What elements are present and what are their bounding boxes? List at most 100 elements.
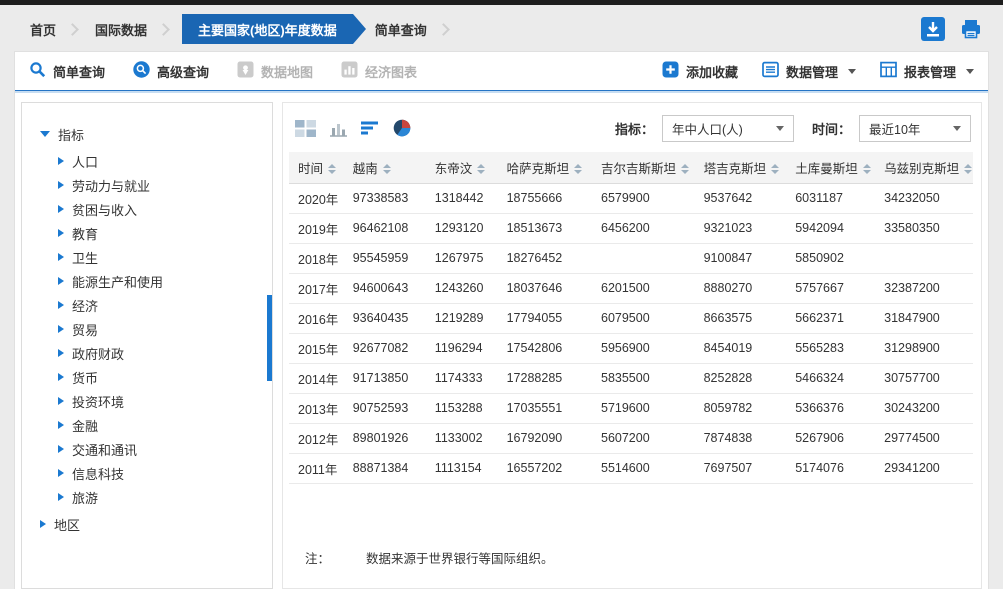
- sidebar-item[interactable]: 卫生: [58, 245, 272, 269]
- chevron-down-icon: [848, 69, 856, 74]
- column-header-label: 乌兹别克斯坦: [884, 162, 959, 176]
- breadcrumb-tabs: 首页 国际数据 主要国家(地区)年度数据简单查询: [14, 14, 921, 44]
- toolbar-item[interactable]: 简单查询: [29, 61, 105, 81]
- table-cell: 17035551: [498, 393, 592, 423]
- grid-icon: [880, 61, 897, 81]
- column-header[interactable]: 土库曼斯坦: [786, 152, 875, 183]
- indicator-select[interactable]: 年中人口(人): [662, 115, 794, 142]
- column-header[interactable]: 越南: [344, 152, 426, 183]
- column-header-label: 哈萨克斯坦: [507, 162, 570, 176]
- toolbar-item-label: 简单查询: [53, 62, 105, 81]
- breadcrumb-item[interactable]: 国际数据: [91, 14, 151, 44]
- sidebar-item[interactable]: 人口: [58, 149, 272, 173]
- breadcrumb-item[interactable]: 简单查询: [371, 14, 431, 44]
- bar-chart-view-icon[interactable]: [329, 120, 348, 137]
- table-cell: 30243200: [875, 393, 973, 423]
- table-cell: 5366376: [786, 393, 875, 423]
- toolbar-item[interactable]: 高级查询: [133, 61, 209, 81]
- breadcrumb-item[interactable]: 主要国家(地区)年度数据: [182, 14, 353, 44]
- toolbar-item[interactable]: 数据地图: [237, 61, 313, 81]
- chevron-right-icon: [58, 445, 64, 453]
- table-cell: 2014年: [289, 363, 344, 393]
- table-cell: 1153288: [426, 393, 498, 423]
- sidebar-item-label: 经济: [72, 296, 98, 315]
- sidebar-item[interactable]: 劳动力与就业: [58, 173, 272, 197]
- sidebar-item-label: 卫生: [72, 248, 98, 267]
- table-cell: 5835500: [592, 363, 695, 393]
- sidebar-section-label: 指标: [58, 125, 84, 144]
- column-header[interactable]: 吉尔吉斯斯坦: [592, 152, 695, 183]
- chevron-right-icon: [58, 301, 64, 309]
- table-cell: 96462108: [344, 213, 426, 243]
- main: 指标： 年中人口(人) 时间： 最近10年 时间越南东帝汶哈萨克斯坦 吉尔吉斯斯坦…: [282, 102, 982, 589]
- sidebar-item[interactable]: 经济: [58, 293, 272, 317]
- table-cell: 1219289: [426, 303, 498, 333]
- table-view-icon[interactable]: [295, 120, 316, 137]
- sidebar-item-label: 投资环境: [72, 392, 124, 411]
- table-cell: 18755666: [498, 183, 592, 213]
- toolbar-item[interactable]: 经济图表: [341, 61, 417, 81]
- sidebar-item[interactable]: 金融: [58, 413, 272, 437]
- chart-icon: [341, 61, 358, 81]
- footnote-text: 数据来源于世界银行等国际组织。: [366, 548, 554, 567]
- breadcrumb-item[interactable]: 首页: [26, 14, 60, 44]
- column-header[interactable]: 时间: [289, 152, 344, 183]
- table-cell: 16557202: [498, 453, 592, 483]
- sidebar-item[interactable]: 贫困与收入: [58, 197, 272, 221]
- table-cell: 5466324: [786, 363, 875, 393]
- chevron-right-icon: [58, 469, 64, 477]
- sidebar-item[interactable]: 旅游: [58, 485, 272, 509]
- sidebar-section[interactable]: 地区: [40, 511, 272, 537]
- toolbar-item[interactable]: 数据管理: [762, 61, 856, 81]
- sidebar-item[interactable]: 政府财政: [58, 341, 272, 365]
- table-cell: 7697507: [695, 453, 787, 483]
- sidebar-item[interactable]: 能源生产和使用: [58, 269, 272, 293]
- table-cell: 88871384: [344, 453, 426, 483]
- table-cell: 8880270: [695, 273, 787, 303]
- column-header[interactable]: 东帝汶: [426, 152, 498, 183]
- toolbar-item[interactable]: 报表管理: [880, 61, 974, 81]
- table-cell: 2019年: [289, 213, 344, 243]
- table-cell: 29341200: [875, 453, 973, 483]
- table-cell: 1293120: [426, 213, 498, 243]
- sort-icon: [681, 164, 689, 174]
- sidebar-item[interactable]: 交通和通讯: [58, 437, 272, 461]
- sidebar-item[interactable]: 投资环境: [58, 389, 272, 413]
- table-cell: 31298900: [875, 333, 973, 363]
- sidebar-item-label: 劳动力与就业: [72, 176, 150, 195]
- sidebar-section[interactable]: 指标: [40, 121, 272, 147]
- sort-icon: [863, 164, 871, 174]
- sidebar-item[interactable]: 信息科技: [58, 461, 272, 485]
- column-header[interactable]: 塔吉克斯坦: [695, 152, 787, 183]
- scrollbar-thumb[interactable]: [267, 295, 272, 381]
- table-cell: 2013年: [289, 393, 344, 423]
- chevron-right-icon: [58, 205, 64, 213]
- sidebar-item[interactable]: 教育: [58, 221, 272, 245]
- table-cell: 2015年: [289, 333, 344, 363]
- toolbar-left: 简单查询 高级查询 数据地图 经济图表: [29, 61, 445, 81]
- column-header[interactable]: 乌兹别克斯坦: [875, 152, 973, 183]
- sidebar-item[interactable]: 贸易: [58, 317, 272, 341]
- table-cell: 16792090: [498, 423, 592, 453]
- download-icon[interactable]: [921, 17, 945, 41]
- table-cell: 9321023: [695, 213, 787, 243]
- chevron-down-icon: [776, 126, 784, 131]
- table-cell: 6456200: [592, 213, 695, 243]
- column-header[interactable]: 哈萨克斯坦: [498, 152, 592, 183]
- print-icon[interactable]: [959, 17, 983, 41]
- chevron-right-icon: [58, 181, 64, 189]
- table-cell: 8252828: [695, 363, 787, 393]
- table-cell: 29774500: [875, 423, 973, 453]
- sidebar-item-label: 贫困与收入: [72, 200, 137, 219]
- content-panel: 简单查询 高级查询 数据地图 经济图表 添加收藏 数据管理 报表管理 指标人口劳动力与就业…: [14, 51, 989, 589]
- table-cell: 8454019: [695, 333, 787, 363]
- pie-chart-view-icon[interactable]: [393, 119, 411, 137]
- sorted-list-view-icon[interactable]: [361, 120, 380, 136]
- filters: 指标： 年中人口(人) 时间： 最近10年: [615, 115, 971, 142]
- table-cell: 2017年: [289, 273, 344, 303]
- toolbar-item[interactable]: 添加收藏: [662, 61, 738, 81]
- footnote-label: 注：: [305, 548, 330, 567]
- table-row: 2011年88871384111315416557202551460076975…: [289, 453, 973, 483]
- sidebar-item[interactable]: 货币: [58, 365, 272, 389]
- time-select[interactable]: 最近10年: [859, 115, 971, 142]
